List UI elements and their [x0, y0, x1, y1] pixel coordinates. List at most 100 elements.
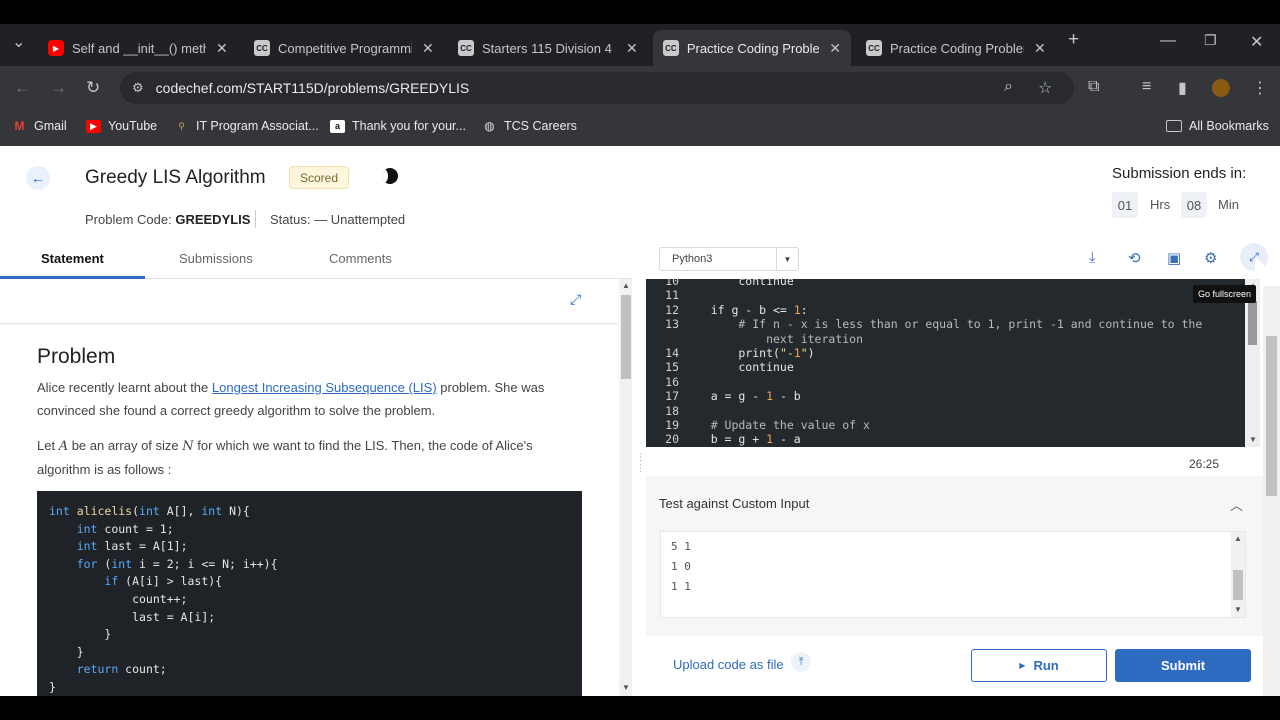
browser-tab[interactable]: CC Practice Coding Problem ✕: [856, 30, 1056, 66]
text: be an array of size: [68, 438, 183, 453]
scrollbar-thumb[interactable]: [1266, 336, 1277, 496]
editor-text[interactable]: 10 continue 11 12 if g - b <= 1: 13 # If…: [646, 279, 1202, 447]
folder-icon: [1166, 120, 1182, 132]
bookmark-label: Gmail: [34, 119, 67, 133]
scroll-down-icon[interactable]: ▼: [1234, 605, 1242, 614]
star-icon[interactable]: ☆: [1038, 78, 1052, 98]
submit-button[interactable]: Submit: [1115, 649, 1251, 682]
code-editor[interactable]: 10 continue 11 12 if g - b <= 1: 13 # If…: [646, 279, 1260, 447]
custom-input-textarea[interactable]: 5 1 1 0 1 1 ▲ ▼: [660, 531, 1246, 618]
theme-toggle-icon[interactable]: [382, 168, 398, 184]
page-scrollbar[interactable]: [1263, 286, 1280, 696]
status: Status: — Unattempted: [270, 212, 405, 227]
close-icon[interactable]: ✕: [626, 40, 638, 57]
run-button[interactable]: ▶ Run: [971, 649, 1107, 682]
extensions-icon[interactable]: ⧉: [1088, 78, 1099, 96]
codechef-icon: CC: [458, 40, 474, 56]
minimize-icon[interactable]: —: [1160, 32, 1176, 50]
site-info-icon[interactable]: ⚙: [132, 80, 144, 96]
divider: [255, 210, 256, 228]
left-scrollbar[interactable]: ▲ ▼: [620, 279, 632, 696]
youtube-icon: ▶: [86, 119, 101, 133]
lis-link[interactable]: Longest Increasing Subsequence (LIS): [212, 380, 437, 395]
close-icon[interactable]: ✕: [1034, 40, 1046, 57]
upload-icon[interactable]: ⤒: [791, 652, 811, 672]
url-text[interactable]: codechef.com/START115D/problems/GREEDYLI…: [156, 80, 470, 96]
scroll-down-icon[interactable]: ▼: [622, 683, 630, 692]
browser-tab[interactable]: CC Competitive Programming ✕: [244, 30, 444, 66]
browser-tab-active[interactable]: CC Practice Coding Problem ✕: [653, 30, 851, 66]
bookmark-tcs[interactable]: ◍ TCS Careers: [482, 119, 577, 133]
tab-title: Self and __init__() method: [72, 40, 206, 56]
tab-bar: ⌄ ▶ Self and __init__() method ✕ CC Comp…: [0, 24, 1280, 66]
close-icon[interactable]: ✕: [829, 40, 841, 57]
bookmark-youtube[interactable]: ▶ YouTube: [86, 119, 157, 133]
codechef-icon: CC: [254, 40, 270, 56]
problem-page: ← Greedy LIS Algorithm Scored Problem Co…: [0, 146, 1280, 696]
problem-heading: Problem: [37, 345, 116, 368]
language-select[interactable]: Python3 ▼: [659, 247, 799, 271]
browser-tab[interactable]: CC Starters 115 Division 4 (R ✕: [448, 30, 648, 66]
profile-avatar[interactable]: [1212, 79, 1230, 97]
scrollbar-thumb[interactable]: [1248, 301, 1257, 345]
restore-icon[interactable]: ❐: [1204, 32, 1217, 49]
text: Alice recently learnt about the: [37, 380, 212, 395]
side-panel-icon[interactable]: ▮: [1178, 78, 1187, 98]
tab-comments[interactable]: Comments: [329, 251, 392, 266]
all-bookmarks[interactable]: All Bookmarks: [1166, 119, 1269, 133]
chevron-up-icon[interactable]: ︿: [1230, 495, 1243, 514]
input-scrollbar[interactable]: ▲ ▼: [1231, 532, 1245, 617]
run-label: Run: [1033, 658, 1059, 673]
custom-input-text[interactable]: 5 1 1 0 1 1: [671, 537, 691, 597]
forward-icon[interactable]: →: [50, 78, 67, 98]
problem-paragraph: Let A be an array of size N for which we…: [37, 434, 557, 481]
minutes-value: 08: [1181, 192, 1207, 218]
page-title: Greedy LIS Algorithm: [85, 167, 266, 188]
math-var: N: [182, 439, 194, 454]
codechef-icon: CC: [663, 40, 679, 56]
gear-icon[interactable]: ⚙: [1204, 249, 1217, 267]
tab-submissions[interactable]: Submissions: [179, 251, 253, 266]
code-block: int alicelis(int A[], int N){ int count …: [37, 491, 582, 696]
refresh-code-icon[interactable]: ⟲: [1128, 249, 1141, 267]
tab-statement[interactable]: Statement: [41, 251, 104, 266]
editor-scrollbar[interactable]: ▲ ▼: [1245, 279, 1260, 447]
scroll-up-icon[interactable]: ▲: [1234, 534, 1242, 543]
media-icon[interactable]: ≡: [1142, 78, 1151, 96]
back-icon[interactable]: ←: [14, 78, 31, 98]
submission-timer-label: Submission ends in:: [1112, 165, 1247, 182]
close-window-icon[interactable]: ✕: [1250, 32, 1263, 52]
save-icon[interactable]: ▣: [1167, 249, 1181, 267]
scroll-down-icon[interactable]: ▼: [1249, 435, 1257, 444]
browser-chrome: ⌄ ▶ Self and __init__() method ✕ CC Comp…: [0, 24, 1280, 146]
problem-code-label: Problem Code:: [85, 212, 172, 227]
new-tab-icon[interactable]: +: [1068, 29, 1079, 51]
scrollbar-thumb[interactable]: [621, 295, 631, 379]
upload-link[interactable]: Upload code as file: [673, 657, 784, 672]
dash-icon: —: [314, 212, 331, 227]
scroll-up-icon[interactable]: ▲: [622, 281, 630, 290]
back-arrow-icon[interactable]: ←: [26, 166, 50, 190]
menu-icon[interactable]: ⋮: [1252, 78, 1268, 98]
custom-input-title[interactable]: Test against Custom Input: [659, 496, 809, 511]
close-icon[interactable]: ✕: [216, 40, 228, 57]
download-icon[interactable]: ⤓: [1089, 249, 1096, 266]
bookmark-thank-you[interactable]: a Thank you for your...: [330, 119, 466, 133]
math-var: A: [58, 439, 69, 454]
zoom-icon[interactable]: ⌕: [1004, 78, 1013, 96]
bookmark-it-program[interactable]: ⚲ IT Program Associat...: [174, 119, 319, 133]
reload-icon[interactable]: ↻: [86, 78, 100, 98]
panel-resize-handle[interactable]: ⋮ ⋮: [636, 452, 645, 482]
close-icon[interactable]: ✕: [422, 40, 434, 57]
fullscreen-tooltip: Go fullscreen: [1193, 285, 1257, 303]
gmail-icon: M: [14, 119, 25, 133]
tab-search-icon[interactable]: ⌄: [12, 32, 25, 52]
bookmark-gmail[interactable]: M Gmail: [12, 119, 67, 133]
expand-icon[interactable]: ⤢: [570, 291, 581, 308]
scrollbar-thumb[interactable]: [1233, 570, 1243, 600]
play-icon: ▶: [1019, 661, 1026, 670]
hours-label: Hrs: [1150, 197, 1171, 212]
problem-paragraph: Alice recently learnt about the Longest …: [37, 376, 557, 422]
address-bar[interactable]: ⚙ codechef.com/START115D/problems/GREEDY…: [120, 72, 1074, 104]
browser-tab[interactable]: ▶ Self and __init__() method ✕: [38, 30, 238, 66]
